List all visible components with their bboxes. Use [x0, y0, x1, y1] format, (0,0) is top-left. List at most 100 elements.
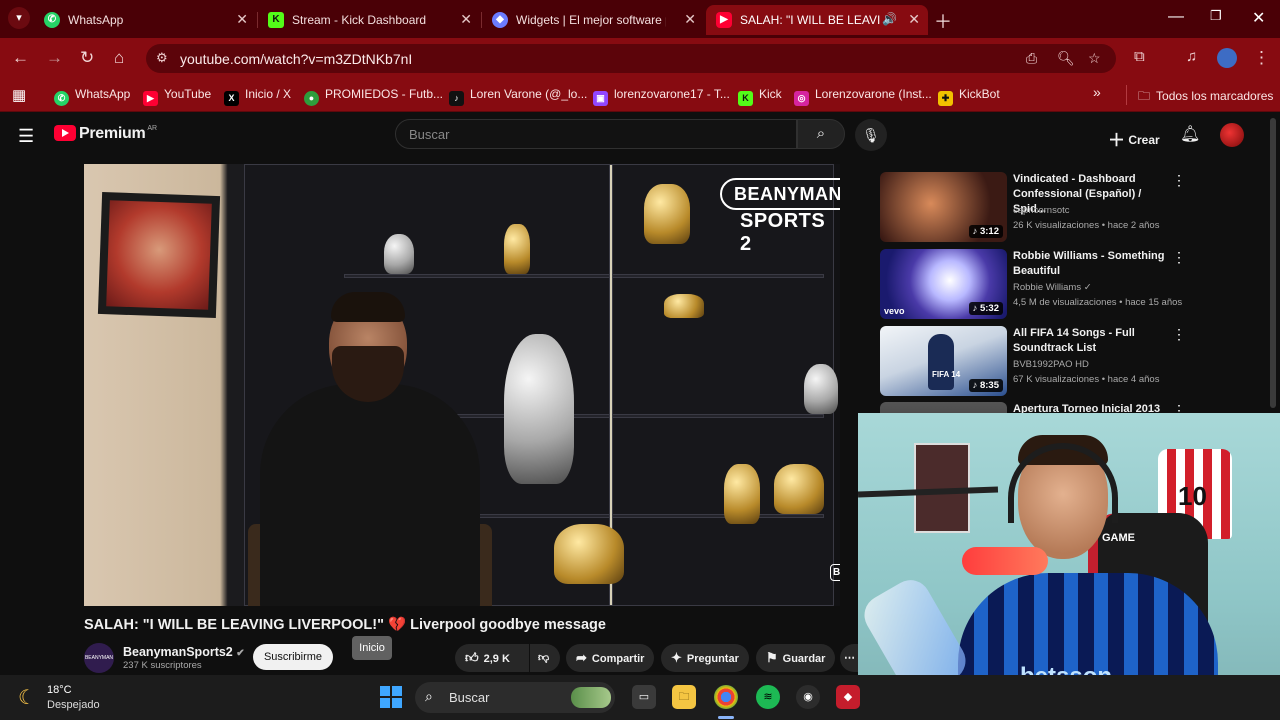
tab-title: Widgets | El mejor software para — [516, 13, 666, 27]
like-button[interactable]: 👍︎ 2,9 K — [455, 644, 529, 672]
all-bookmarks-folder[interactable]: 🗀 Todos los marcadores — [1138, 87, 1273, 108]
browser-tab-strip: ▾ ✆ WhatsApp ✕ K Stream - Kick Dashboard… — [0, 0, 1280, 38]
media-control-icon[interactable]: ♫ — [1186, 48, 1197, 65]
subscribe-button[interactable]: Suscribirme — [253, 644, 333, 670]
bookmark-whatsapp[interactable]: ✆ WhatsApp — [54, 87, 130, 106]
app-icon[interactable]: ◆ — [836, 685, 860, 709]
recommendation-item[interactable]: Apertura Torneo Inicial 2013 ⋮ — [880, 402, 1180, 413]
video-thumbnail[interactable]: ♪ 3:12 — [880, 172, 1007, 242]
bookmark-instagram[interactable]: ◎ Lorenzovarone (Inst... — [794, 87, 932, 106]
search-highlight-image — [571, 687, 611, 708]
taskbar-search[interactable]: ⌕ Buscar — [415, 682, 615, 713]
recommendation-channel[interactable]: BVB1992PAO HD — [1013, 359, 1089, 370]
golden-boot-trophy — [504, 224, 530, 274]
more-actions-button[interactable]: ⋯ — [840, 644, 860, 672]
bookmark-kick[interactable]: K Kick — [738, 87, 782, 106]
install-app-icon[interactable]: ⎙ — [1026, 50, 1037, 67]
chrome-icon[interactable] — [714, 685, 738, 709]
recommendation-title[interactable]: All FIFA 14 Songs - Full Soundtrack List — [1013, 326, 1173, 356]
bookmark-youtube[interactable]: ▶ YouTube — [143, 87, 211, 106]
tab-whatsapp[interactable]: ✆ WhatsApp ✕ — [34, 5, 256, 35]
home-icon[interactable]: ⌂ — [114, 48, 124, 68]
obs-icon[interactable]: ◉ — [796, 685, 820, 709]
video-thumbnail[interactable] — [880, 402, 1007, 413]
youtube-logo[interactable]: Premium AR — [54, 125, 157, 143]
recommendation-channel[interactable]: capricornsotc — [1013, 205, 1070, 216]
bookmark-promiedos[interactable]: ● PROMIEDOS - Futb... — [304, 87, 443, 106]
close-tab-icon[interactable]: ✕ — [236, 11, 248, 28]
bookmark-tiktok[interactable]: ♪ Loren Varone (@_lo... — [449, 87, 587, 106]
site-info-icon[interactable]: ⚙ — [156, 50, 168, 66]
tab-widgets[interactable]: ◆ Widgets | El mejor software para ✕ — [482, 5, 704, 35]
search-input[interactable]: Buscar — [395, 119, 797, 149]
maximize-icon[interactable]: ❐ — [1210, 8, 1222, 24]
reload-icon[interactable]: ↻ — [80, 48, 94, 68]
page-scrollbar[interactable] — [1270, 118, 1276, 408]
new-tab-icon[interactable]: ＋ — [934, 8, 952, 34]
tab-search-icon[interactable]: ▾ — [8, 7, 30, 29]
bookmark-twitch[interactable]: ▣ lorenzovarone17 - T... — [593, 87, 730, 106]
recommendation-channel[interactable]: Robbie Williams ✓ — [1013, 282, 1092, 293]
zoom-icon[interactable]: 🔍︎ — [1057, 50, 1075, 67]
search-placeholder: Buscar — [409, 127, 450, 142]
share-button[interactable]: ➦ Compartir — [566, 644, 655, 672]
close-tab-icon[interactable]: ✕ — [684, 11, 696, 28]
task-view-icon[interactable]: ▭ — [632, 685, 656, 709]
channel-name[interactable]: BeanymanSports2 ✔ — [123, 645, 245, 659]
search-icon: ⌕ — [816, 125, 826, 142]
video-thumbnail[interactable]: FIFA 14 ♪ 8:35 — [880, 326, 1007, 396]
bookmark-kickbot[interactable]: ✚ KickBot — [938, 87, 1000, 106]
bookmark-label: Loren Varone (@_lo... — [470, 87, 588, 101]
recommendation-item[interactable]: vevo ♪ 5:32 Robbie Williams - Something … — [880, 249, 1186, 319]
weather-temperature[interactable]: 18°C — [47, 684, 72, 696]
browser-menu-icon[interactable]: ⋮ — [1253, 48, 1270, 68]
recommendation-item[interactable]: ♪ 3:12 Vindicated - Dashboard Confession… — [880, 172, 1186, 242]
close-window-icon[interactable]: ✕ — [1252, 8, 1265, 28]
forward-icon[interactable]: → — [46, 48, 63, 68]
weather-description[interactable]: Despejado — [47, 699, 100, 711]
bookmark-x[interactable]: X Inicio / X — [224, 87, 291, 106]
profile-avatar[interactable] — [1217, 48, 1237, 68]
broken-heart-icon: 💔 — [388, 617, 407, 633]
recommendation-title[interactable]: Robbie Williams - Something Beautiful — [1013, 249, 1173, 279]
voice-search-button[interactable]: 🎙︎ — [855, 119, 887, 151]
file-explorer-icon[interactable]: 🗀 — [672, 685, 696, 709]
moon-weather-icon[interactable]: ☾ — [18, 685, 36, 710]
recommendation-item[interactable]: FIFA 14 ♪ 8:35 All FIFA 14 Songs - Full … — [880, 326, 1186, 396]
tab-title: Stream - Kick Dashboard — [292, 13, 427, 27]
recommendation-title[interactable]: Apertura Torneo Inicial 2013 — [1013, 402, 1173, 413]
video-player[interactable]: BEANYMAN SPORTS 2 BMS — [84, 164, 840, 606]
account-avatar[interactable] — [1220, 123, 1244, 147]
video-thumbnail[interactable]: vevo ♪ 5:32 — [880, 249, 1007, 319]
widgets-icon: ◆ — [492, 12, 508, 28]
close-tab-icon[interactable]: ✕ — [460, 11, 472, 28]
more-options-icon[interactable]: ⋮ — [1172, 326, 1186, 343]
windows-start-icon[interactable] — [380, 686, 402, 708]
notifications-bell-icon[interactable]: 🔔︎ — [1180, 124, 1200, 144]
golden-boot-trophy — [664, 294, 704, 318]
tab-kick-dashboard[interactable]: K Stream - Kick Dashboard ✕ — [258, 5, 480, 35]
audio-playing-icon[interactable]: 🔊 — [882, 12, 897, 26]
create-button[interactable]: ＋ Crear — [1108, 126, 1160, 151]
bookmark-star-icon[interactable]: ☆ — [1088, 50, 1101, 67]
spotify-icon[interactable]: ≋ — [756, 685, 780, 709]
channel-avatar[interactable]: BEANYMAN SPORTS 2 — [84, 643, 114, 691]
back-icon[interactable]: ← — [12, 48, 29, 68]
more-options-icon[interactable]: ⋮ — [1172, 172, 1186, 189]
apps-grid-icon[interactable]: ▦ — [12, 86, 26, 104]
close-tab-icon[interactable]: ✕ — [908, 11, 920, 28]
save-button[interactable]: ⚑ Guardar — [756, 644, 836, 672]
more-bookmarks-icon[interactable]: » — [1093, 84, 1101, 100]
minimize-icon[interactable]: — — [1168, 8, 1184, 26]
guide-menu-icon[interactable]: ☰ — [18, 126, 34, 147]
more-options-icon[interactable]: ⋮ — [1172, 402, 1180, 413]
ask-button[interactable]: ✦ Preguntar — [661, 644, 749, 672]
ask-label: Preguntar — [686, 653, 739, 665]
extensions-icon[interactable]: ⧉ — [1134, 48, 1145, 65]
address-bar[interactable]: ⚙ youtube.com/watch?v=m3ZDtNKb7nI ⎙ 🔍︎ ☆ — [146, 44, 1116, 73]
search-button[interactable]: ⌕ — [797, 119, 845, 149]
tab-youtube-salah[interactable]: ▶ SALAH: "I WILL BE LEAVING 🔊 ✕ — [706, 5, 928, 35]
more-options-icon[interactable]: ⋮ — [1172, 249, 1186, 266]
youtube-header: ☰ Premium AR Buscar ⌕ 🎙︎ ＋ Crear 🔔︎ — [0, 112, 1280, 408]
dislike-button[interactable]: 👎︎ — [530, 644, 560, 672]
